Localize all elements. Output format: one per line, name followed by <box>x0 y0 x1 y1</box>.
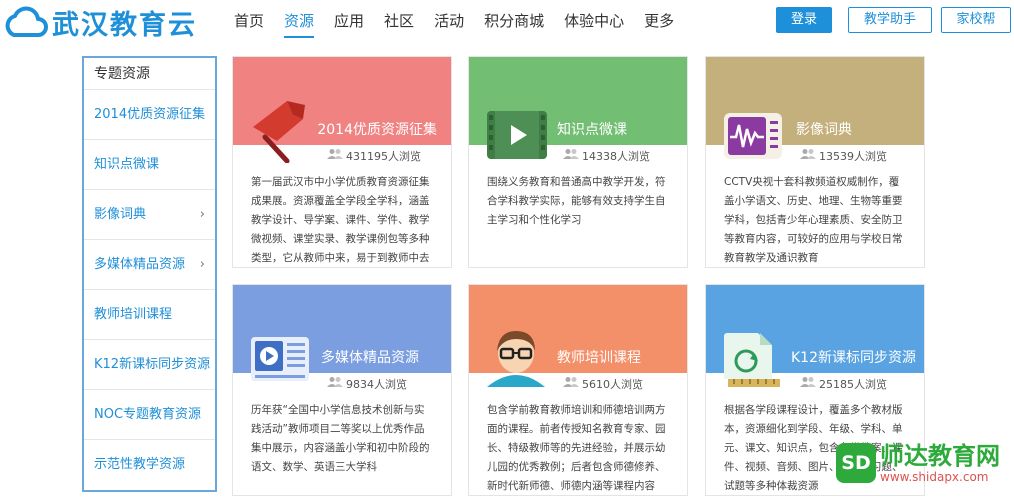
card-description: 围绕义务教育和普通高中教学开发，符合学科教学实际，能够有效支持学生自主学习和个性… <box>487 176 666 226</box>
sidebar-item-label: 2014优质资源征集 <box>94 107 206 122</box>
watermark-badge: SD <box>836 443 876 483</box>
card-title: 影像词典 <box>796 122 852 138</box>
sidebar-item-micro-lessons[interactable]: 知识点微课 <box>84 140 215 190</box>
resource-card-micro-lessons[interactable]: 知识点微课 14338人浏览 围绕义务教育和普通高中教学开发，符合学科教学实际，… <box>468 56 688 268</box>
watermark-url: www.shidapx.com <box>880 470 989 484</box>
sync-book-icon <box>724 333 780 387</box>
top-header: 武汉教育云 首页 资源 应用 社区 活动 积分商城 体验中心 更多 登录 教学助… <box>0 0 1014 44</box>
teaching-assistant-button[interactable]: 教学助手 <box>848 7 932 33</box>
nav-home[interactable]: 首页 <box>234 0 264 44</box>
waveform-icon <box>724 113 782 159</box>
sidebar-item-video-dictionary[interactable]: 影像词典 › <box>84 190 215 240</box>
card-title: 教师培训课程 <box>557 350 641 366</box>
login-button[interactable]: 登录 <box>776 7 832 33</box>
view-count-text: 5610人浏览 <box>582 378 643 391</box>
nav-community[interactable]: 社区 <box>384 0 414 44</box>
users-icon <box>800 145 816 169</box>
card-description: 历年获“全国中小学信息技术创新与实践活动”教师项目二等奖以上优秀作品集中展示，内… <box>251 404 430 473</box>
sidebar-title: 专题资源 <box>84 58 215 90</box>
site-logo[interactable]: 武汉教育云 <box>2 4 197 41</box>
users-icon <box>563 145 579 169</box>
chevron-right-icon: › <box>199 257 205 272</box>
sidebar-item-demo-teaching[interactable]: 示范性教学资源 <box>84 440 215 490</box>
card-banner: 知识点微课 <box>469 57 687 159</box>
site-watermark: SD 师达教育网 www.shidapx.com <box>836 442 1000 484</box>
sidebar-item-label: 示范性教学资源 <box>94 457 186 472</box>
view-count-text: 9834人浏览 <box>346 378 407 391</box>
card-banner: 2014优质资源征集 <box>233 57 451 163</box>
card-banner: 影像词典 <box>706 57 924 159</box>
card-description: 包含学前教育教师培训和师德培训两方面的课程。前者传授知名教育专家、园长、特级教师… <box>487 404 666 492</box>
card-banner: 教师培训课程 <box>469 285 687 387</box>
card-title: 知识点微课 <box>557 122 627 138</box>
flag-icon <box>253 101 305 163</box>
sidebar-item-2014-resources[interactable]: 2014优质资源征集 <box>84 90 215 140</box>
card-title: 2014优质资源征集 <box>317 122 437 138</box>
users-icon <box>563 373 579 397</box>
card-banner: 多媒体精品资源 <box>233 285 451 381</box>
view-count-text: 14338人浏览 <box>582 150 650 163</box>
resource-card-video-dictionary[interactable]: 影像词典 13539人浏览 CCTV央视十套科教频道权威制作，覆盖小学语文、历史… <box>705 56 925 268</box>
resource-card-multimedia[interactable]: 多媒体精品资源 9834人浏览 历年获“全国中小学信息技术创新与实践活动”教师项… <box>232 284 452 496</box>
cloud-icon <box>5 6 48 37</box>
watermark-title: 师达教育网 <box>880 442 1000 470</box>
sidebar-item-label: 影像词典 <box>94 207 147 222</box>
topic-resources-sidebar: 专题资源 2014优质资源征集 知识点微课 影像词典 › 多媒体精品资源 › 教师培… <box>82 56 217 492</box>
users-icon <box>800 373 816 397</box>
home-school-button[interactable]: 家校帮 <box>941 7 1011 33</box>
nav-apps[interactable]: 应用 <box>334 0 364 44</box>
view-count-text: 25185人浏览 <box>819 378 887 391</box>
nav-activities[interactable]: 活动 <box>434 0 464 44</box>
sidebar-item-label: K12新课标同步资源 <box>94 357 211 372</box>
users-icon <box>327 373 343 397</box>
resource-card-teacher-training[interactable]: 教师培训课程 5610人浏览 包含学前教育教师培训和师德培训两方面的课程。前者传… <box>468 284 688 496</box>
view-count-text: 13539人浏览 <box>819 150 887 163</box>
logo-text: 武汉教育云 <box>52 9 197 41</box>
chevron-right-icon: › <box>199 207 205 222</box>
sidebar-item-teacher-training[interactable]: 教师培训课程 <box>84 290 215 340</box>
sidebar-item-label: 多媒体精品资源 <box>94 257 186 272</box>
sidebar-item-label: NOC专题教育资源 <box>94 407 202 422</box>
card-banner: K12新课标同步资源 <box>706 285 924 387</box>
sidebar-item-label: 教师培训课程 <box>94 307 173 322</box>
sidebar-item-label: 知识点微课 <box>94 157 160 172</box>
main-nav: 首页 资源 应用 社区 活动 积分商城 体验中心 更多 <box>234 0 694 44</box>
nav-experience-center[interactable]: 体验中心 <box>564 0 624 44</box>
resource-card-2014-collection[interactable]: 2014优质资源征集 431195人浏览 第一届武汉市中小学优质教育资源征集成果… <box>232 56 452 268</box>
watermark-text-block: 师达教育网 www.shidapx.com <box>880 442 1000 484</box>
card-description: CCTV央视十套科教频道权威制作，覆盖小学语文、历史、地理、生物等重要学科，包括… <box>724 176 903 264</box>
sidebar-item-noc[interactable]: NOC专题教育资源 <box>84 390 215 440</box>
nav-resources[interactable]: 资源 <box>284 0 315 44</box>
card-title: 多媒体精品资源 <box>321 350 419 366</box>
sidebar-item-multimedia[interactable]: 多媒体精品资源 › <box>84 240 215 290</box>
card-title: K12新课标同步资源 <box>791 350 916 366</box>
view-count-text: 431195人浏览 <box>346 150 421 163</box>
card-description: 第一届武汉市中小学优质教育资源征集成果展。资源覆盖全学段全学科，涵盖教学设计、导… <box>251 176 430 264</box>
video-icon <box>487 111 547 159</box>
media-player-icon <box>251 337 309 381</box>
users-icon <box>327 145 343 169</box>
sidebar-item-k12-sync[interactable]: K12新课标同步资源 <box>84 340 215 390</box>
nav-points-mall[interactable]: 积分商城 <box>484 0 544 44</box>
teacher-avatar-icon <box>487 331 545 387</box>
nav-more[interactable]: 更多 <box>644 0 674 44</box>
